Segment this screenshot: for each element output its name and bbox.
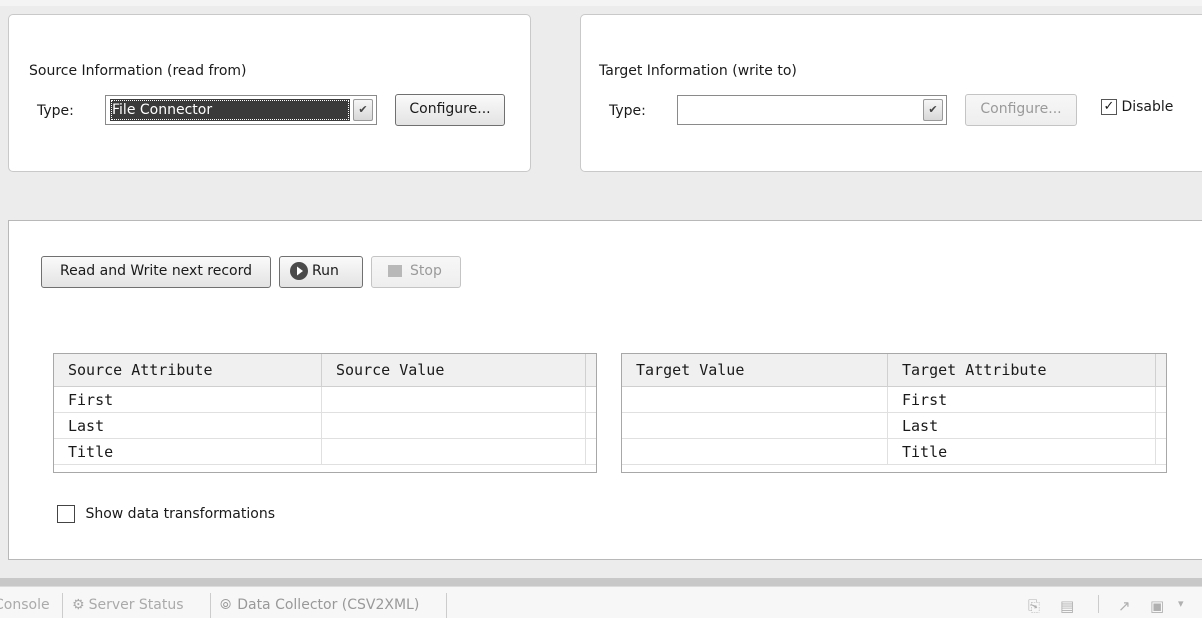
tab-separator [62,593,63,618]
table-row[interactable]: Last [622,413,1166,439]
source-configure-button[interactable]: Configure... [395,94,505,126]
tab-data-collector[interactable]: ⦾ Data Collector (CSV2XML) [220,597,419,613]
view-divider[interactable] [0,578,1202,586]
disable-checkbox-group[interactable]: ✓ Disable [1101,99,1173,115]
table-row[interactable]: Title [622,439,1166,465]
run-label: Run [312,263,339,279]
stop-square-icon [388,265,402,277]
column-header[interactable]: Target Value [622,354,888,387]
source-attributes-table: Source Attribute Source Value First Last… [53,353,597,473]
chevron-down-icon[interactable]: ✔ [353,99,373,121]
source-type-value: File Connector [110,99,350,121]
stop-label: Stop [410,263,442,279]
source-panel-title: Source Information (read from) [29,63,247,79]
source-information-panel: Source Information (read from) Type: Fil… [8,14,531,172]
target-table-header: Target Value Target Attribute [622,354,1166,387]
table-row[interactable]: First [54,387,596,413]
show-transformations-group[interactable]: Show data transformations [57,505,275,523]
table-row[interactable]: Last [54,413,596,439]
play-circle-icon [290,262,308,280]
pin-icon[interactable]: ↗ [1118,597,1131,615]
column-header[interactable]: Source Attribute [54,354,322,387]
tab-server-status[interactable]: ⚙ Server Status [72,597,184,613]
tab-server-status-label: Server Status [88,597,184,613]
table-cell [622,387,888,413]
data-collector-icon: ⦾ [220,597,232,613]
disable-label: Disable [1121,99,1174,115]
server-icon: ⚙ [72,597,85,613]
chevron-down-icon[interactable]: ▾ [1178,597,1184,610]
table-cell: Title [888,439,1156,465]
table-cell: Last [888,413,1156,439]
target-type-select[interactable]: ✔ [677,95,947,125]
tab-console[interactable]: Console [0,597,50,613]
scroll-lock-icon[interactable]: ▤ [1060,597,1074,615]
run-button[interactable]: Run [279,256,363,288]
target-information-panel: Target Information (write to) Type: ✔ Co… [580,14,1202,172]
stop-button[interactable]: Stop [371,256,461,288]
toolbar-separator [1098,595,1099,613]
target-attributes-table: Target Value Target Attribute First Last… [621,353,1167,473]
table-cell: Last [54,413,322,439]
top-strip [0,0,1202,6]
tab-separator [210,593,211,618]
table-cell [622,439,888,465]
table-cell [322,413,586,439]
table-cell [622,413,888,439]
tab-separator [446,593,447,618]
table-row[interactable]: First [622,387,1166,413]
table-cell: First [54,387,322,413]
target-configure-button[interactable]: Configure... [965,94,1077,126]
source-type-select[interactable]: File Connector ✔ [105,95,377,125]
target-type-value [682,99,920,121]
column-header[interactable]: Target Attribute [888,354,1156,387]
table-row[interactable]: Title [54,439,596,465]
show-transformations-checkbox[interactable] [57,505,75,523]
disable-checkbox[interactable]: ✓ [1101,99,1117,115]
table-cell [322,387,586,413]
display-selected-icon[interactable]: ▣ [1150,597,1164,615]
table-cell: First [888,387,1156,413]
chevron-down-icon[interactable]: ✔ [923,99,943,121]
show-transformations-label: Show data transformations [85,506,275,522]
bottom-view-tabs: Console ⚙Server Status ⦾ Data Collector (… [0,586,1202,618]
source-type-label: Type: [37,103,74,119]
source-table-header: Source Attribute Source Value [54,354,596,387]
clear-console-icon[interactable]: ⎘ [1028,597,1040,615]
tab-data-collector-label: Data Collector (CSV2XML) [237,597,420,613]
table-cell [322,439,586,465]
column-header[interactable]: Source Value [322,354,586,387]
target-panel-title: Target Information (write to) [599,63,797,79]
target-type-label: Type: [609,103,646,119]
record-test-panel: Read and Write next record Run Stop Sour… [8,220,1202,560]
read-write-next-record-button[interactable]: Read and Write next record [41,256,271,288]
table-cell: Title [54,439,322,465]
